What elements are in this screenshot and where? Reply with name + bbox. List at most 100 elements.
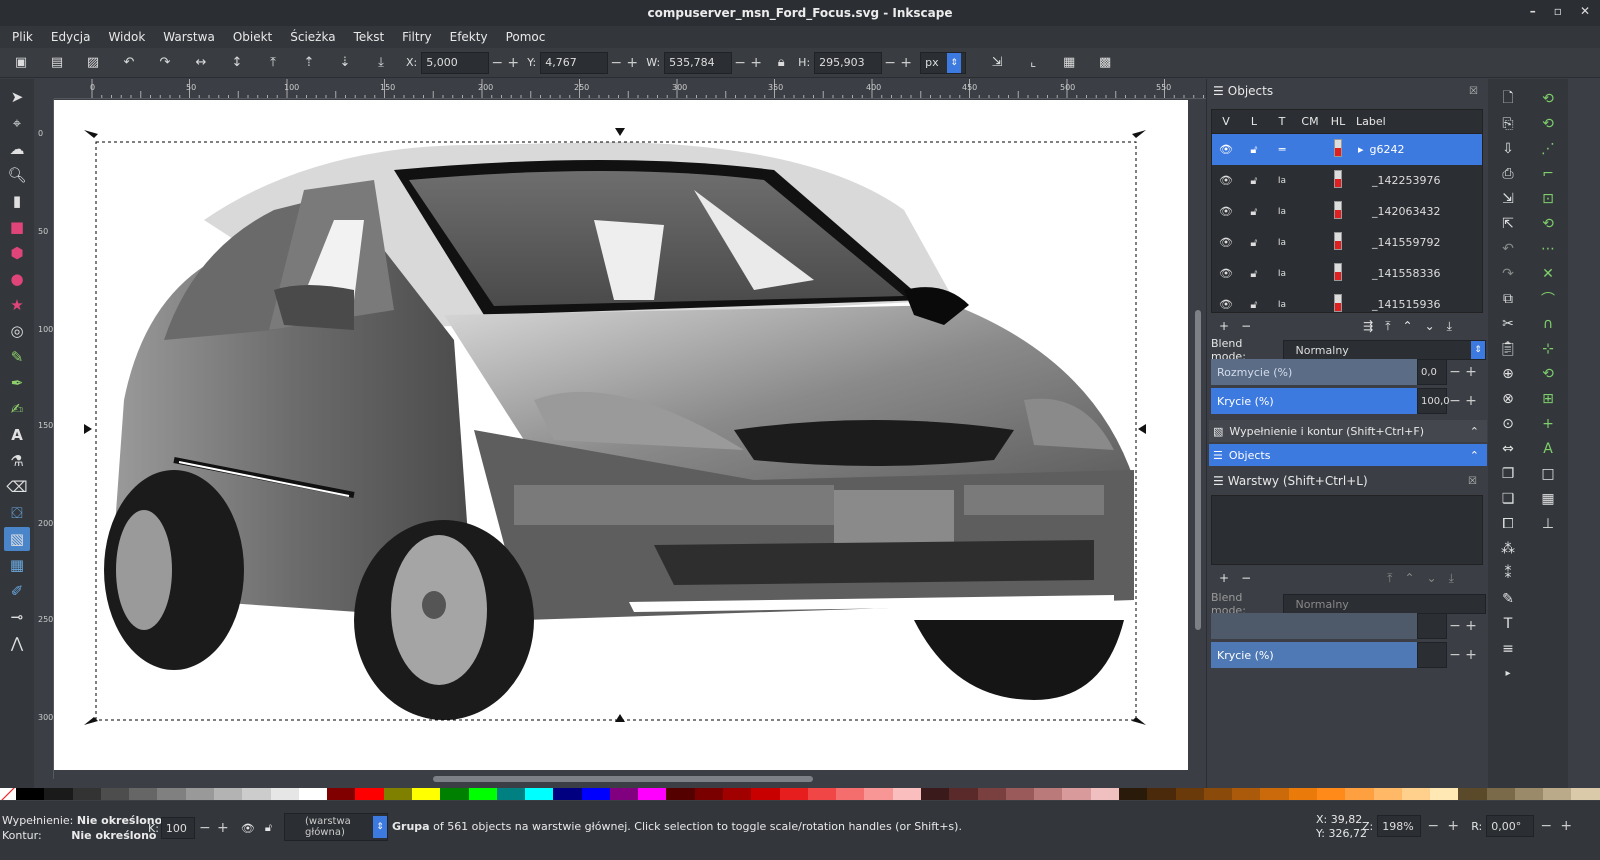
- lock-open-icon[interactable]: 🔓︎: [1240, 298, 1268, 312]
- palette-swatch[interactable]: [468, 788, 497, 800]
- menu-widok[interactable]: Widok: [106, 28, 147, 46]
- raise-to-top-icon[interactable]: ⤒: [262, 52, 284, 74]
- y-decrement-button[interactable]: −: [608, 52, 624, 74]
- palette-swatch[interactable]: [666, 788, 695, 800]
- h-input[interactable]: [814, 51, 883, 74]
- import-icon[interactable]: ⇲: [1495, 187, 1521, 210]
- layers-blur-decrement-button[interactable]: −: [1447, 615, 1463, 637]
- palette-swatch[interactable]: [807, 788, 837, 800]
- palette-swatch[interactable]: [1288, 788, 1317, 800]
- highlight-color-swatch[interactable]: [1324, 139, 1352, 160]
- highlight-color-swatch[interactable]: [1324, 170, 1352, 191]
- text-tool-icon[interactable]: A: [4, 423, 30, 447]
- layer-lock-icon[interactable]: 🔓︎: [265, 821, 272, 835]
- palette-swatch[interactable]: [1571, 788, 1600, 800]
- unlink-clone-icon[interactable]: ⧠: [1495, 512, 1521, 535]
- duplicate-icon[interactable]: ❐: [1495, 462, 1521, 485]
- palette-swatch[interactable]: [355, 788, 384, 800]
- palette-swatch[interactable]: [1175, 788, 1204, 800]
- paint-bucket-tool-icon[interactable]: ⛋: [4, 501, 30, 525]
- menu-warstwa[interactable]: Warstwa: [161, 28, 217, 46]
- clone-icon[interactable]: ❏: [1495, 487, 1521, 510]
- palette-swatch[interactable]: [553, 788, 582, 800]
- menu-sciezka[interactable]: Ścieżka: [288, 28, 337, 46]
- opacity-decrement-button[interactable]: −: [1447, 390, 1463, 412]
- tweak-tool-icon[interactable]: ☁: [4, 137, 30, 161]
- col-t[interactable]: T: [1268, 115, 1296, 128]
- snap-others-icon[interactable]: ⟲: [1535, 362, 1561, 385]
- k-input[interactable]: 100: [160, 817, 195, 839]
- palette-swatch[interactable]: [129, 788, 158, 800]
- deselect-icon[interactable]: ▨: [82, 52, 104, 74]
- blur-slider[interactable]: Rozmycie (%): [1211, 359, 1417, 385]
- add-layer-icon[interactable]: +: [1219, 571, 1229, 585]
- layers-blur-slider[interactable]: [1211, 613, 1417, 639]
- palette-swatch[interactable]: [270, 788, 299, 800]
- fill-stroke-dock-tab[interactable]: ▧ Wypełnienie i kontur (Shift+Ctrl+F) ⌃: [1209, 420, 1487, 442]
- zoom-width-icon[interactable]: ⇔: [1495, 437, 1521, 460]
- zoom-tool-icon[interactable]: 🔍︎: [4, 163, 30, 187]
- menu-edycja[interactable]: Edycja: [49, 28, 93, 46]
- no-paint-swatch[interactable]: [0, 788, 16, 800]
- new-document-icon[interactable]: 🗋: [1495, 87, 1521, 110]
- palette-swatch[interactable]: [1543, 788, 1572, 800]
- scale-stroke-icon[interactable]: ⇲: [986, 52, 1008, 74]
- close-objects-dialog-button[interactable]: ☒: [1469, 86, 1478, 97]
- palette-swatch[interactable]: [242, 788, 271, 800]
- snap-cusp-icon[interactable]: ⌒: [1535, 287, 1561, 310]
- h-decrement-button[interactable]: −: [882, 52, 898, 74]
- palette-swatch[interactable]: [892, 788, 921, 800]
- palette-swatch[interactable]: [1260, 788, 1289, 800]
- x-input[interactable]: [421, 51, 490, 74]
- palette-swatch[interactable]: [298, 788, 328, 800]
- layers-blur-value[interactable]: [1417, 613, 1447, 639]
- snap-centers-icon[interactable]: ⊞: [1535, 387, 1561, 410]
- calligraphy-tool-icon[interactable]: ✍: [4, 397, 30, 421]
- palette-swatch[interactable]: [1203, 788, 1233, 800]
- raise-icon[interactable]: ⇡: [298, 52, 320, 74]
- spray-tool-icon[interactable]: ⚗: [4, 449, 30, 473]
- palette-swatch[interactable]: [157, 788, 186, 800]
- blur-increment-button[interactable]: +: [1463, 361, 1479, 383]
- zoom-decrement-button[interactable]: −: [1425, 815, 1441, 837]
- zoom-page-icon[interactable]: ⊙: [1495, 412, 1521, 435]
- lpe-tool-icon[interactable]: ⋀: [4, 631, 30, 655]
- palette-swatch[interactable]: [836, 788, 865, 800]
- palette-swatch[interactable]: [496, 788, 526, 800]
- snap-grid-icon[interactable]: ▦: [1535, 487, 1561, 510]
- visibility-eye-icon[interactable]: 👁︎: [1212, 298, 1240, 311]
- opacity-slider[interactable]: Krycie (%): [1211, 388, 1417, 414]
- palette-swatch[interactable]: [638, 788, 667, 800]
- rectangle-tool-icon[interactable]: ■: [4, 215, 30, 239]
- align-icon[interactable]: ≡: [1495, 637, 1521, 660]
- palette-swatch[interactable]: [581, 788, 610, 800]
- snap-guides-icon[interactable]: ⊥: [1535, 512, 1561, 535]
- y-increment-button[interactable]: +: [624, 52, 640, 74]
- k-increment-button[interactable]: +: [215, 817, 231, 839]
- objects-dock-tab[interactable]: ☰ Objects ⌃: [1209, 444, 1487, 466]
- palette-swatch[interactable]: [1232, 788, 1261, 800]
- palette-swatch[interactable]: [751, 788, 780, 800]
- snap-intersections-icon[interactable]: ✕: [1535, 262, 1561, 285]
- snap-bbox-corners-icon[interactable]: ⌐: [1535, 162, 1561, 185]
- dropper-tool-icon[interactable]: ✐: [4, 579, 30, 603]
- print-icon[interactable]: ⎙: [1495, 162, 1521, 185]
- h-increment-button[interactable]: +: [898, 52, 914, 74]
- scale-corners-icon[interactable]: ⌞: [1022, 52, 1044, 74]
- visibility-eye-icon[interactable]: 👁︎: [1212, 143, 1240, 156]
- menu-filtry[interactable]: Filtry: [400, 28, 433, 46]
- lock-ratio-icon[interactable]: 🔒︎: [770, 52, 792, 74]
- col-hl[interactable]: HL: [1324, 115, 1352, 128]
- add-layer-icon[interactable]: +: [1219, 319, 1229, 333]
- highlight-color-swatch[interactable]: [1324, 294, 1352, 312]
- unit-select[interactable]: px ⇕: [920, 51, 967, 74]
- rotation-increment-button[interactable]: +: [1558, 815, 1574, 837]
- node-tool-icon[interactable]: ⌖: [4, 111, 30, 135]
- lower-icon[interactable]: ⇣: [334, 52, 356, 74]
- k-decrement-button[interactable]: −: [197, 817, 213, 839]
- copy-icon[interactable]: ⧉: [1495, 287, 1521, 310]
- layer-top-icon[interactable]: ⤒: [1387, 571, 1392, 586]
- snap-text-baseline-icon[interactable]: A: [1535, 437, 1561, 460]
- remove-layer-icon[interactable]: −: [1241, 571, 1251, 585]
- layers-blur-increment-button[interactable]: +: [1463, 615, 1479, 637]
